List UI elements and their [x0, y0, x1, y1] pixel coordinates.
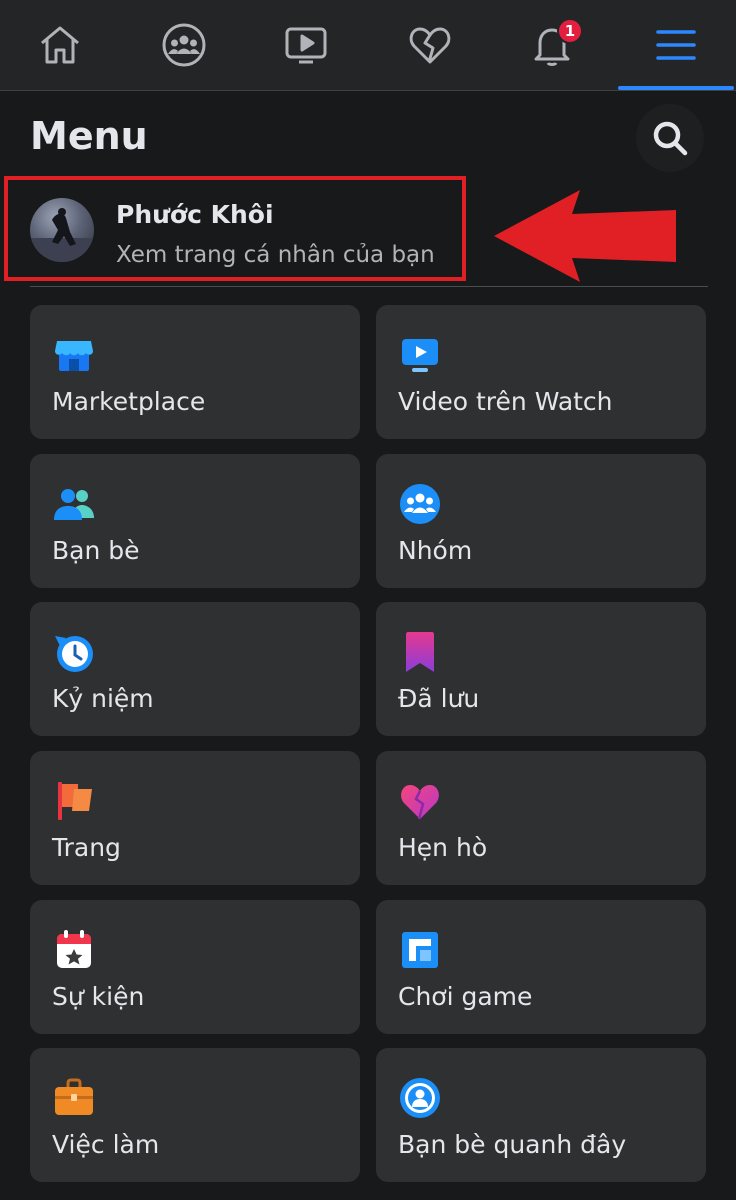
- nav-home[interactable]: [0, 0, 120, 90]
- shortcut-label: Hẹn hò: [398, 833, 488, 862]
- shortcut-label: Chơi game: [398, 982, 533, 1011]
- watch-video-icon: [402, 339, 438, 372]
- shortcut-label: Bạn bè: [52, 536, 140, 565]
- shortcut-label: Marketplace: [52, 387, 206, 416]
- profile-link[interactable]: Phước Khôi Xem trang cá nhân của bạn: [22, 178, 462, 278]
- page-title: Menu: [30, 114, 148, 158]
- jobs-briefcase-icon: [55, 1078, 93, 1115]
- shortcut-jobs[interactable]: Việc làm: [30, 1048, 360, 1182]
- memories-icon: [55, 636, 93, 672]
- shortcut-label: Nhóm: [398, 536, 473, 565]
- shortcut-pages[interactable]: Trang: [30, 751, 360, 885]
- shortcut-label: Việc làm: [52, 1130, 160, 1159]
- shortcut-watch-video[interactable]: Video trên Watch: [376, 305, 706, 439]
- top-navigation-bar: 1: [0, 0, 736, 91]
- shortcut-memories[interactable]: Kỷ niệm: [30, 602, 360, 736]
- nav-groups[interactable]: [124, 0, 244, 90]
- dating-heart-icon: [401, 785, 439, 820]
- shortcut-nearby-friends[interactable]: Bạn bè quanh đây: [376, 1048, 706, 1182]
- pages-flag-icon: [58, 782, 92, 820]
- hamburger-menu-icon: [656, 30, 696, 60]
- home-icon: [41, 26, 79, 64]
- dating-icon: [409, 27, 451, 64]
- divider: [30, 286, 708, 287]
- watch-icon: [285, 27, 327, 64]
- groups-icon: [400, 484, 440, 524]
- annotation-arrow-icon: [494, 190, 676, 282]
- nav-notifications[interactable]: 1: [492, 0, 612, 90]
- shortcut-saved[interactable]: Đã lưu: [376, 602, 706, 736]
- shortcut-groups[interactable]: Nhóm: [376, 454, 706, 588]
- shortcut-label: Sự kiện: [52, 982, 145, 1011]
- nav-menu[interactable]: [616, 0, 736, 90]
- events-calendar-icon: [57, 930, 91, 968]
- nav-dating[interactable]: [370, 0, 490, 90]
- shortcut-marketplace[interactable]: Marketplace: [30, 305, 360, 439]
- groups-icon: [162, 23, 206, 67]
- shortcut-friends[interactable]: Bạn bè: [30, 454, 360, 588]
- saved-icon: [406, 632, 434, 672]
- shortcut-label: Trang: [52, 833, 121, 862]
- gaming-icon: [402, 932, 438, 968]
- friends-icon: [54, 489, 94, 520]
- shortcut-dating[interactable]: Hẹn hò: [376, 751, 706, 885]
- search-icon: [653, 121, 688, 156]
- notification-badge: 1: [557, 18, 583, 44]
- shortcut-label: Bạn bè quanh đây: [398, 1130, 627, 1159]
- shortcut-gaming[interactable]: Chơi game: [376, 900, 706, 1034]
- marketplace-icon: [55, 341, 93, 371]
- shortcut-label: Kỷ niệm: [52, 684, 154, 713]
- shortcut-label: Video trên Watch: [398, 387, 613, 416]
- avatar: [30, 198, 94, 262]
- profile-name: Phước Khôi: [116, 200, 274, 229]
- nearby-friends-icon: [400, 1078, 440, 1118]
- nav-watch[interactable]: [246, 0, 366, 90]
- shortcut-label: Đã lưu: [398, 684, 480, 713]
- shortcut-events[interactable]: Sự kiện: [30, 900, 360, 1034]
- profile-subtitle: Xem trang cá nhân của bạn: [116, 242, 435, 268]
- search-button[interactable]: [636, 104, 704, 172]
